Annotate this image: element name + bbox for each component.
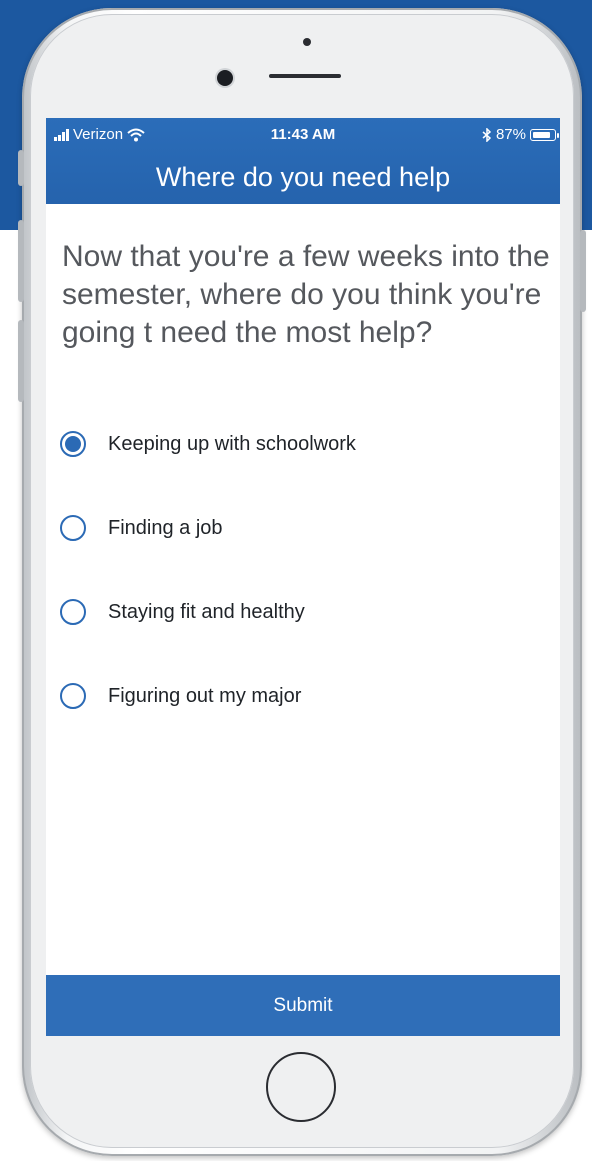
power-button <box>580 230 586 312</box>
option-finding-a-job[interactable]: Finding a job <box>60 508 540 548</box>
home-button-icon[interactable] <box>266 1052 336 1122</box>
status-bar: Verizon 11:43 AM 87% <box>46 118 560 150</box>
option-figuring-out-major[interactable]: Figuring out my major <box>60 676 540 716</box>
option-staying-fit[interactable]: Staying fit and healthy <box>60 592 540 632</box>
battery-icon <box>530 128 559 141</box>
camera-icon <box>217 70 233 86</box>
bluetooth-icon <box>482 127 492 142</box>
app-screen: Verizon 11:43 AM 87% Where do you need h… <box>46 118 560 1036</box>
radio-icon[interactable] <box>60 599 86 625</box>
radio-icon[interactable] <box>60 683 86 709</box>
page-title: Where do you need help <box>155 162 451 192</box>
volume-up-button <box>18 220 24 302</box>
proximity-sensor-icon <box>303 38 311 46</box>
volume-down-button <box>18 320 24 402</box>
option-label: Figuring out my major <box>108 684 302 707</box>
option-label: Keeping up with schoolwork <box>108 432 356 455</box>
radio-icon[interactable] <box>60 431 86 457</box>
earpiece-speaker <box>269 74 341 78</box>
question-text: Now that you're a few weeks into the sem… <box>62 240 550 349</box>
app-header: Verizon 11:43 AM 87% Where do you need h… <box>46 118 560 204</box>
option-label: Staying fit and healthy <box>108 600 305 623</box>
submit-button[interactable]: Submit <box>46 975 560 1036</box>
mute-switch <box>18 150 24 186</box>
battery-percent: 87% <box>495 126 526 143</box>
option-label: Finding a job <box>108 516 223 539</box>
status-right: 87% <box>482 126 559 143</box>
radio-icon[interactable] <box>60 515 86 541</box>
option-keeping-up-schoolwork[interactable]: Keeping up with schoolwork <box>60 424 540 464</box>
